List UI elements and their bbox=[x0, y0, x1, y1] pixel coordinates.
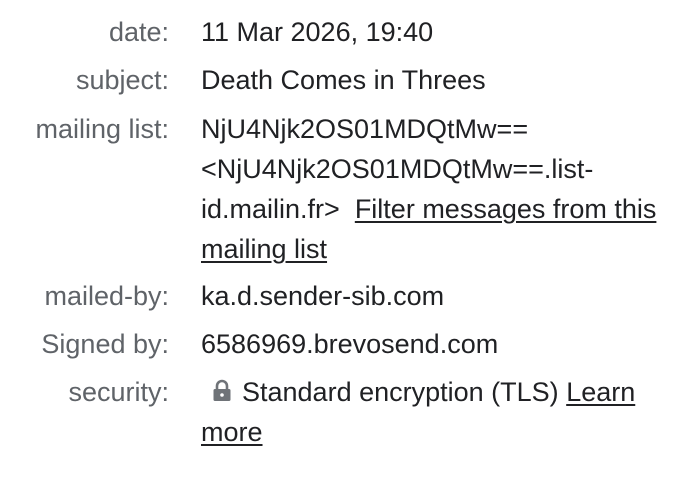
security-label: security: bbox=[68, 377, 169, 407]
date-value: 11 Mar 2026, 19:40 bbox=[201, 17, 434, 47]
security-encryption-text: Standard encryption (TLS) bbox=[242, 377, 559, 407]
date-label: date: bbox=[108, 17, 169, 47]
filter-messages-link-continued[interactable]: mailing list bbox=[201, 234, 327, 264]
subject-value: Death Comes in Threes bbox=[201, 65, 486, 95]
signed-by-value: 6586969.brevosend.com bbox=[201, 329, 499, 359]
signed-by-label: Signed by: bbox=[41, 329, 169, 359]
security-line1: Standard encryption (TLS) Learn bbox=[201, 372, 691, 412]
lock-icon bbox=[211, 374, 233, 401]
mailing-list-id: NjU4Njk2OS01MDQtMw== bbox=[201, 114, 529, 144]
security-value: Standard encryption (TLS) Learn more bbox=[201, 372, 691, 452]
mailing-list-address-end: id.mailin.fr> bbox=[201, 194, 340, 224]
mailing-list-address-line1: <NjU4Njk2OS01MDQtMw==.list- bbox=[201, 154, 594, 184]
mailing-list-address-line2: id.mailin.fr> Filter messages from this bbox=[201, 189, 691, 229]
mailing-list-value: NjU4Njk2OS01MDQtMw== <NjU4Njk2OS01MDQtMw… bbox=[201, 109, 691, 269]
mailed-by-value: ka.d.sender-sib.com bbox=[201, 281, 445, 311]
mailed-by-label: mailed-by: bbox=[44, 281, 169, 311]
learn-more-link-continued[interactable]: more bbox=[201, 417, 263, 447]
filter-messages-link-line2-wrap: mailing list bbox=[201, 229, 691, 269]
security-line2: more bbox=[201, 412, 691, 452]
learn-more-link[interactable]: Learn bbox=[566, 377, 635, 407]
filter-messages-link[interactable]: Filter messages from this bbox=[355, 194, 657, 224]
mailing-list-label: mailing list: bbox=[35, 114, 169, 144]
subject-label: subject: bbox=[75, 65, 169, 95]
